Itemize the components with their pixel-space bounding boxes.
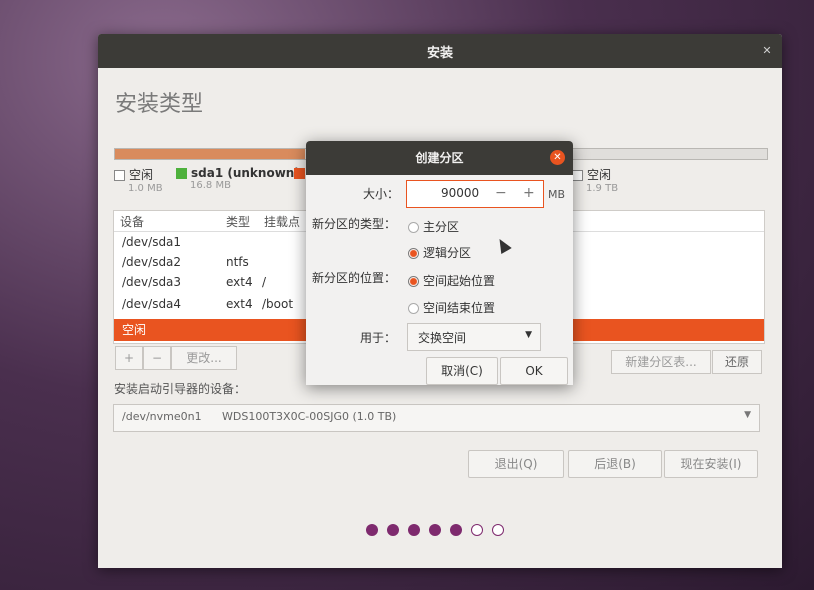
bootloader-model: WDS100T3X0C-00SJG0 (1.0 TB) (222, 410, 397, 423)
radio-label: 逻辑分区 (423, 246, 472, 260)
row-device: /dev/sda1 (122, 235, 182, 249)
progress-dots (366, 524, 504, 536)
legend-name: sda1 (unknown) (191, 166, 300, 180)
use-as-label: 用于： (360, 331, 397, 345)
window-titlebar: 安装 ✕ (98, 34, 782, 68)
bootloader-device: /dev/nvme0n1 (122, 410, 202, 423)
progress-dot (492, 524, 504, 536)
radio-button-icon (408, 248, 419, 259)
radio-button-icon (408, 222, 419, 233)
partition-bar-segment (115, 149, 305, 159)
radio-label: 空间起始位置 (423, 274, 496, 288)
new-partition-table-button[interactable]: 新建分区表... (611, 350, 711, 374)
row-device: 空闲 (122, 323, 147, 337)
col-mount[interactable]: 挂载点 (264, 213, 300, 230)
window-title: 安装 (426, 45, 453, 61)
progress-dot (408, 524, 420, 536)
row-device: /dev/sda3 (122, 275, 182, 289)
revert-button[interactable]: 还原 (712, 350, 762, 374)
row-device: /dev/sda4 (122, 297, 182, 311)
radio-location-end[interactable]: 空间结束位置 (408, 299, 495, 316)
page-title: 安装类型 (115, 92, 204, 117)
row-type: ext4 (226, 297, 253, 311)
radio-button-icon (408, 303, 419, 314)
legend-name: 空闲 (587, 168, 612, 182)
size-value: 90000 (441, 186, 480, 200)
location-label: 新分区的位置： (312, 271, 397, 285)
quit-button[interactable]: 退出(Q) (468, 450, 564, 478)
legend-size: 16.8 MB (190, 180, 231, 191)
increase-button[interactable]: + (523, 185, 535, 201)
legend-swatch (294, 168, 305, 179)
progress-dot (366, 524, 378, 536)
decrease-button[interactable]: − (495, 185, 507, 201)
row-device: /dev/sda2 (122, 255, 182, 269)
legend-size: 1.0 MB (128, 183, 163, 194)
legend-sda1: sda1 (unknown) 16.8 MB (176, 166, 300, 191)
back-button[interactable]: 后退(B) (568, 450, 662, 478)
type-label: 新分区的类型： (312, 217, 397, 231)
legend-name: 空闲 (129, 168, 154, 182)
close-icon[interactable]: ✕ (760, 44, 774, 58)
radio-label: 主分区 (423, 220, 460, 234)
ok-button[interactable]: OK (500, 357, 568, 385)
legend-free-start: 空闲 1.0 MB (114, 166, 163, 194)
cancel-button[interactable]: 取消(C) (426, 357, 498, 385)
progress-dot (387, 524, 399, 536)
legend-swatch (176, 168, 187, 179)
legend-free-end: 空闲 1.9 TB (572, 166, 618, 194)
bootloader-label: 安装启动引导器的设备： (114, 382, 247, 396)
remove-partition-button[interactable]: − (143, 346, 171, 370)
row-type: ext4 (226, 275, 253, 289)
radio-button-icon (408, 276, 419, 287)
chevron-down-icon: ▼ (525, 330, 532, 340)
row-mount: /boot (262, 297, 294, 311)
use-as-value: 交换空间 (418, 331, 467, 345)
legend-swatch (572, 170, 583, 181)
radio-primary[interactable]: 主分区 (408, 218, 459, 235)
close-icon[interactable]: ✕ (550, 150, 565, 165)
size-input[interactable]: 90000 − + (406, 180, 544, 208)
radio-label: 空间结束位置 (423, 301, 496, 315)
row-type: ntfs (226, 255, 249, 269)
change-partition-button[interactable]: 更改... (171, 346, 237, 370)
col-type[interactable]: 类型 (226, 213, 250, 230)
size-unit: MB (548, 188, 566, 201)
radio-logical[interactable]: 逻辑分区 (408, 244, 471, 261)
create-partition-dialog: 创建分区 ✕ 大小： 90000 − + MB 新分区的类型： 主分区 逻辑分区… (306, 141, 573, 385)
progress-dot (471, 524, 483, 536)
progress-dot (429, 524, 441, 536)
use-as-select[interactable]: 交换空间 ▼ (407, 323, 541, 351)
dialog-title: 创建分区 (306, 141, 573, 175)
legend-swatch (114, 170, 125, 181)
add-partition-button[interactable]: + (115, 346, 143, 370)
col-device[interactable]: 设备 (120, 213, 144, 230)
row-mount: / (262, 275, 267, 289)
bootloader-device-select[interactable]: /dev/nvme0n1 WDS100T3X0C-00SJG0 (1.0 TB)… (113, 404, 760, 432)
legend-size: 1.9 TB (586, 183, 619, 194)
radio-location-start[interactable]: 空间起始位置 (408, 272, 495, 289)
chevron-down-icon: ▼ (744, 410, 751, 420)
size-label: 大小： (363, 187, 400, 201)
progress-dot (450, 524, 462, 536)
install-now-button[interactable]: 现在安装(I) (664, 450, 758, 478)
